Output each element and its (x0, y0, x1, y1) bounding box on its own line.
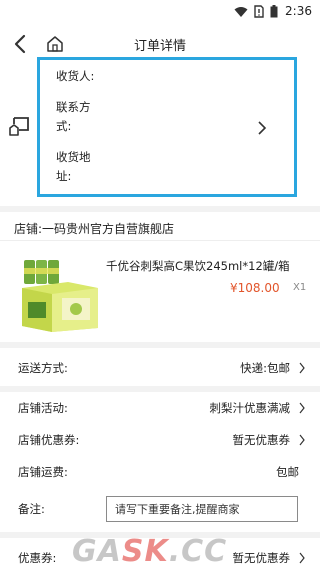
remark-input[interactable] (106, 496, 298, 522)
status-bar: 2:36 (0, 0, 320, 24)
no-sim-icon (254, 5, 264, 18)
status-icons (234, 5, 278, 18)
shop-coupon-row[interactable]: 店铺优惠券: 暂无优惠券 (0, 430, 320, 450)
chevron-right-icon (299, 434, 305, 446)
section-divider (0, 342, 320, 348)
row-value: 刺梨汁优惠满减 (209, 401, 291, 415)
shop-shipping-fee-row: 店铺运费: 包邮 (0, 462, 320, 482)
address-card-icon (9, 117, 29, 136)
row-value: 包邮 (276, 465, 299, 479)
row-label: 运送方式: (18, 361, 68, 375)
shop-name[interactable]: 店铺:一码贵州官方自营旗舰店 (14, 220, 174, 237)
chevron-right-icon (299, 362, 305, 374)
wifi-icon (234, 6, 248, 17)
row-label: 店铺活动: (18, 401, 68, 415)
phone-label: 联系方式: (56, 100, 91, 133)
product-price: ¥108.00 (230, 281, 280, 295)
row-value: 暂无优惠券 (232, 551, 291, 565)
row-label: 店铺优惠券: (18, 433, 80, 447)
chevron-right-icon (258, 121, 267, 135)
address-label: 收货地址: (56, 150, 91, 183)
row-value: 快递:包邮 (240, 361, 290, 375)
shop-promotion-row[interactable]: 店铺活动: 刺梨汁优惠满减 (0, 398, 320, 418)
watermark-logo: GASK.CC (72, 534, 228, 569)
section-divider (0, 206, 320, 212)
battery-icon (270, 5, 278, 18)
product-image[interactable] (20, 258, 100, 332)
product-title[interactable]: 千优谷刺梨高C果饮245ml*12罐/箱 (106, 258, 314, 274)
remark-label: 备注: (18, 502, 45, 516)
recipient-label: 收货人: (56, 69, 95, 83)
row-value: 暂无优惠券 (232, 433, 291, 447)
chevron-right-icon (299, 402, 305, 414)
row-label: 店铺运费: (18, 465, 68, 479)
section-divider (0, 386, 320, 392)
product-quantity: X1 (293, 282, 307, 293)
address-selector[interactable]: 收货人: 联系方式: 收货地址: (37, 57, 297, 197)
chevron-right-icon (299, 552, 305, 564)
divider (0, 240, 320, 241)
page-title: 订单详情 (133, 39, 186, 54)
status-time: 2:36 (285, 4, 312, 18)
row-label: 优惠券: (18, 551, 57, 565)
shipping-method-row[interactable]: 运送方式: 快递:包邮 (0, 358, 320, 378)
